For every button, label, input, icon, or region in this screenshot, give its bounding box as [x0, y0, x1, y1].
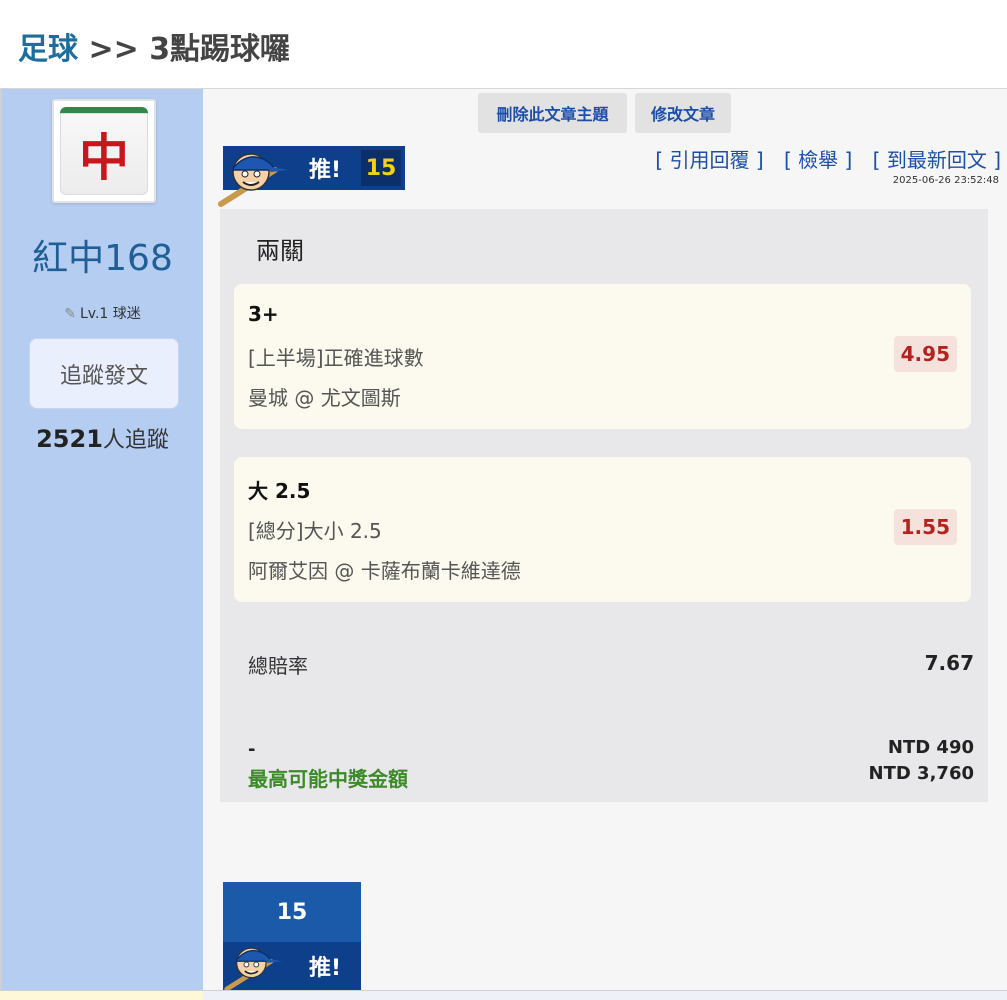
report-link[interactable]: [ 檢舉 ] [784, 148, 852, 172]
total-odds-label: 總賠率 [248, 654, 308, 678]
leg-odds: 4.95 [893, 336, 957, 372]
baseball-mascot-icon [218, 153, 289, 207]
latest-reply-link[interactable]: [ 到最新回文 ] [873, 148, 1001, 172]
bet-leg: 3+ [上半場]正確進球數 曼城 @ 尤文圖斯 4.95 [234, 284, 971, 429]
push-label: 推! [309, 956, 342, 981]
avatar-glyph: 中 [79, 128, 129, 187]
max-payout-value: NTD 3,760 [868, 763, 975, 784]
leg-market: [總分]大小 2.5 [248, 519, 382, 543]
username[interactable]: 紅中168 [2, 229, 203, 281]
baseball-mascot-icon [224, 947, 283, 992]
bet-leg: 大 2.5 [總分]大小 2.5 阿爾艾因 @ 卡薩布蘭卡維達德 1.55 [234, 457, 971, 602]
mahjong-red-dragon-icon: 中 [60, 107, 148, 195]
quote-reply-link[interactable]: [ 引用回覆 ] [655, 148, 763, 172]
bet-slip: 兩關 3+ [上半場]正確進球數 曼城 @ 尤文圖斯 4.95 大 2.5 [總… [220, 209, 988, 802]
leg-pick: 大 2.5 [248, 479, 311, 503]
leg-odds: 1.55 [893, 509, 957, 545]
push-label: 推! [309, 158, 342, 183]
post-content: 刪除此文章主題 修改文章 推! 15 [ 引用回覆 ] [ 檢舉 ] [ 到最新… [203, 89, 1007, 992]
pencil-icon: ✎ [64, 306, 76, 322]
push-button[interactable]: 15 推! [223, 882, 361, 992]
breadcrumb: 足球 >> 3點踢球囉 [18, 24, 290, 68]
post-timestamp: 2025-06-26 23:52:48 [892, 175, 999, 186]
user-level-text: Lv.1 球迷 [79, 306, 141, 322]
max-payout-label: 最高可能中獎金額 [248, 767, 408, 791]
followers-suffix: 人追蹤 [102, 428, 169, 453]
push-badge[interactable]: 推! 15 [218, 146, 407, 208]
followers-number: 2521 [36, 425, 103, 453]
avatar[interactable]: 中 [52, 99, 156, 203]
follow-posts-button[interactable]: 追蹤發文 [29, 338, 179, 409]
breadcrumb-section-link[interactable]: 足球 [18, 32, 78, 67]
delete-topic-button[interactable]: 刪除此文章主題 [478, 93, 627, 133]
page-title: 3點踢球囉 [149, 32, 291, 67]
leg-pick: 3+ [248, 302, 279, 326]
next-post-sidebar [0, 991, 203, 1000]
followers-count: 2521人追蹤 [2, 422, 203, 454]
next-post-strip [0, 990, 1007, 1000]
leg-match: 阿爾艾因 @ 卡薩布蘭卡維達德 [248, 559, 521, 583]
total-odds-value: 7.67 [924, 651, 974, 675]
user-level: ✎ Lv.1 球迷 [2, 303, 203, 323]
author-sidebar: 中 紅中168 ✎ Lv.1 球迷 追蹤發文 2521人追蹤 [0, 89, 203, 990]
push-count-box: 15 [223, 882, 361, 942]
leg-match: 曼城 @ 尤文圖斯 [248, 386, 401, 410]
push-count: 15 [361, 150, 401, 186]
stake-value: NTD 490 [887, 737, 974, 758]
leg-market: [上半場]正確進球數 [248, 346, 424, 370]
bet-type: 兩關 [256, 237, 304, 265]
edit-post-button[interactable]: 修改文章 [635, 93, 731, 133]
post-frame: 中 紅中168 ✎ Lv.1 球迷 追蹤發文 2521人追蹤 刪除此文章主題 修改… [0, 88, 1007, 1000]
post-actions: [ 引用回覆 ] [ 檢舉 ] [ 到最新回文 ] [641, 144, 1001, 173]
breadcrumb-separator: >> [88, 32, 139, 67]
stake-label: - [248, 739, 256, 760]
